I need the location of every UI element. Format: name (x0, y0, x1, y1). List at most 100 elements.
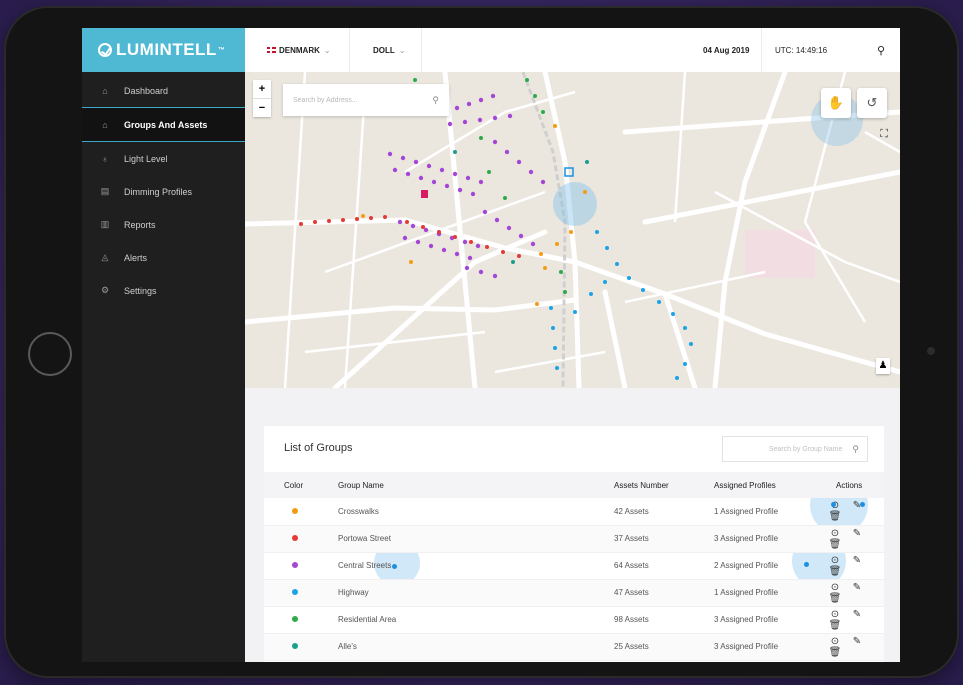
group-color-swatch (292, 507, 298, 514)
group-search-input[interactable]: Search by Group Name ⚲ (722, 436, 868, 462)
delete-icon[interactable]: 🗑 (824, 566, 846, 577)
edit-icon[interactable]: ✎ (846, 555, 868, 566)
zoom-control: + − (253, 80, 271, 117)
camera (927, 347, 935, 355)
zoom-out-button[interactable]: − (253, 98, 271, 117)
sidebar-item-alerts[interactable]: ◬ Alerts (82, 241, 245, 274)
fullscreen-icon[interactable]: ⛶ (880, 128, 888, 141)
profiles-icon: ▤ (100, 186, 110, 196)
reports-icon: ▥ (100, 219, 110, 229)
touch-point (831, 502, 836, 507)
chevron-down-icon: ⌄ (323, 45, 331, 55)
search-icon: ⚲ (852, 443, 859, 454)
group-color-swatch (292, 562, 298, 568)
group-name: Central Streets (338, 561, 392, 570)
brand-logo[interactable]: LUMINTELL ™ (82, 28, 245, 72)
group-color-swatch (292, 589, 298, 595)
group-color-swatch (292, 616, 298, 622)
table-row[interactable]: Alle's 25 Assets 3 Assigned Profile ⊙ ✎🗑 (264, 633, 884, 660)
assigned-profiles: 3 Assigned Profile (714, 534, 779, 543)
delete-icon[interactable]: 🗑 (824, 647, 846, 658)
sidebar: LUMINTELL ™ ⌂ Dashboard ⌂ Groups And Assets… (82, 28, 245, 662)
column-header-color: Color (284, 480, 304, 490)
table-header: Color Group Name Assets Number Assigned … (264, 472, 884, 498)
user-icon[interactable]: ⚲ (877, 28, 885, 72)
assets-count: 64 Assets (614, 561, 649, 570)
group-name: Crosswalks (338, 506, 379, 516)
table-row[interactable]: Portowa Street 37 Assets 3 Assigned Prof… (264, 525, 884, 552)
edit-icon[interactable]: ✎ (846, 636, 868, 647)
assigned-profiles: 1 Assigned Profile (714, 588, 779, 597)
table-row[interactable]: Crosswalks 42 Assets 1 Assigned Profile … (264, 498, 884, 525)
groups-icon: ⌂ (102, 119, 108, 130)
groups-table: Color Group Name Assets Number Assigned … (264, 472, 884, 661)
group-name: Highway (338, 588, 369, 597)
bulb-icon: ♁ (101, 153, 109, 164)
view-icon[interactable]: ⊙ (824, 555, 846, 566)
edit-icon[interactable]: ✎ (846, 500, 868, 511)
zoom-in-button[interactable]: + (253, 80, 271, 98)
sidebar-item-dashboard[interactable]: ⌂ Dashboard (82, 74, 245, 107)
group-color-swatch (292, 643, 298, 649)
table-row[interactable]: Residential Area 98 Assets 3 Assigned Pr… (264, 606, 884, 633)
map-canvas (245, 72, 900, 388)
utc-time: UTC: 14:49:16 (775, 45, 828, 55)
edit-icon[interactable]: ✎ (846, 609, 868, 620)
assigned-profiles: 1 Assigned Profile (714, 506, 779, 516)
lasso-tool-button[interactable]: ↺ (857, 88, 887, 118)
assets-count: 47 Assets (614, 588, 649, 597)
panel-title: List of Groups (284, 442, 353, 454)
delete-icon[interactable]: 🗑 (824, 620, 846, 631)
table-row[interactable]: Highway 47 Assets 1 Assigned Profile ⊙ ✎🗑 (264, 579, 884, 606)
map-view[interactable]: + − Search by Address... ⚲ ✋ ↺ ⛶ ♟ (245, 72, 900, 388)
street-view-icon[interactable]: ♟ (876, 358, 890, 374)
group-name: Portowa Street (338, 534, 391, 543)
map-search-input[interactable]: Search by Address... ⚲ (283, 84, 449, 116)
denmark-flag-icon (267, 47, 276, 53)
assets-count: 37 Assets (614, 534, 649, 543)
sidebar-nav: ⌂ Dashboard ⌂ Groups And Assets ♁ Light Lev… (82, 74, 245, 307)
lasso-icon: ↺ (866, 95, 878, 110)
gear-icon: ⚙ (100, 285, 110, 295)
assets-count: 42 Assets (614, 506, 649, 516)
view-icon[interactable]: ⊙ (824, 528, 846, 539)
chevron-down-icon: ⌄ (398, 45, 406, 55)
touch-point (392, 564, 397, 569)
sidebar-item-light-level[interactable]: ♁ Light Level (82, 142, 245, 175)
table-row[interactable]: Central Streets 64 Assets 2 Assigned Pro… (264, 552, 884, 579)
sidebar-item-dimming-profiles[interactable]: ▤ Dimming Profiles (82, 175, 245, 208)
logo-icon (98, 43, 112, 57)
hand-icon: ✋ (827, 95, 845, 110)
home-icon: ⌂ (102, 85, 108, 96)
group-color-swatch (292, 535, 298, 541)
sidebar-item-groups-and-assets[interactable]: ⌂ Groups And Assets (82, 107, 245, 142)
brand-name: LUMINTELL (116, 40, 217, 59)
delete-icon[interactable]: 🗑 (824, 539, 846, 550)
assets-count: 98 Assets (614, 615, 649, 624)
groups-panel: List of Groups Search by Group Name ⚲ Co… (264, 426, 884, 662)
current-date: 04 Aug 2019 (703, 45, 750, 55)
sidebar-item-reports[interactable]: ▥ Reports (82, 208, 245, 241)
edit-icon[interactable]: ✎ (846, 528, 868, 539)
view-icon[interactable]: ⊙ (824, 609, 846, 620)
sidebar-item-settings[interactable]: ⚙ Settings (82, 274, 245, 307)
column-header-group-name: Group Name (338, 480, 384, 490)
assigned-profiles: 3 Assigned Profile (714, 642, 779, 651)
column-header-actions: Actions (836, 480, 863, 490)
view-icon[interactable]: ⊙ (824, 582, 846, 593)
delete-icon[interactable]: 🗑 (824, 511, 846, 522)
search-icon: ⚲ (432, 94, 439, 105)
bell-icon: ◬ (101, 252, 109, 262)
edit-icon[interactable]: ✎ (846, 582, 868, 593)
country-selector[interactable]: DENMARK ⌄ (267, 28, 331, 72)
city-selector[interactable]: DOLL ⌄ (373, 28, 405, 72)
group-name: Alle's (338, 642, 357, 651)
group-name: Residential Area (338, 615, 397, 624)
view-icon[interactable]: ⊙ (824, 636, 846, 647)
column-header-assigned-profiles: Assigned Profiles (714, 480, 776, 490)
assets-count: 25 Assets (614, 642, 649, 651)
delete-icon[interactable]: 🗑 (824, 593, 846, 604)
hand-tool-button[interactable]: ✋ (821, 88, 851, 118)
column-header-assets-number: Assets Number (614, 480, 669, 490)
touch-point (804, 562, 809, 567)
